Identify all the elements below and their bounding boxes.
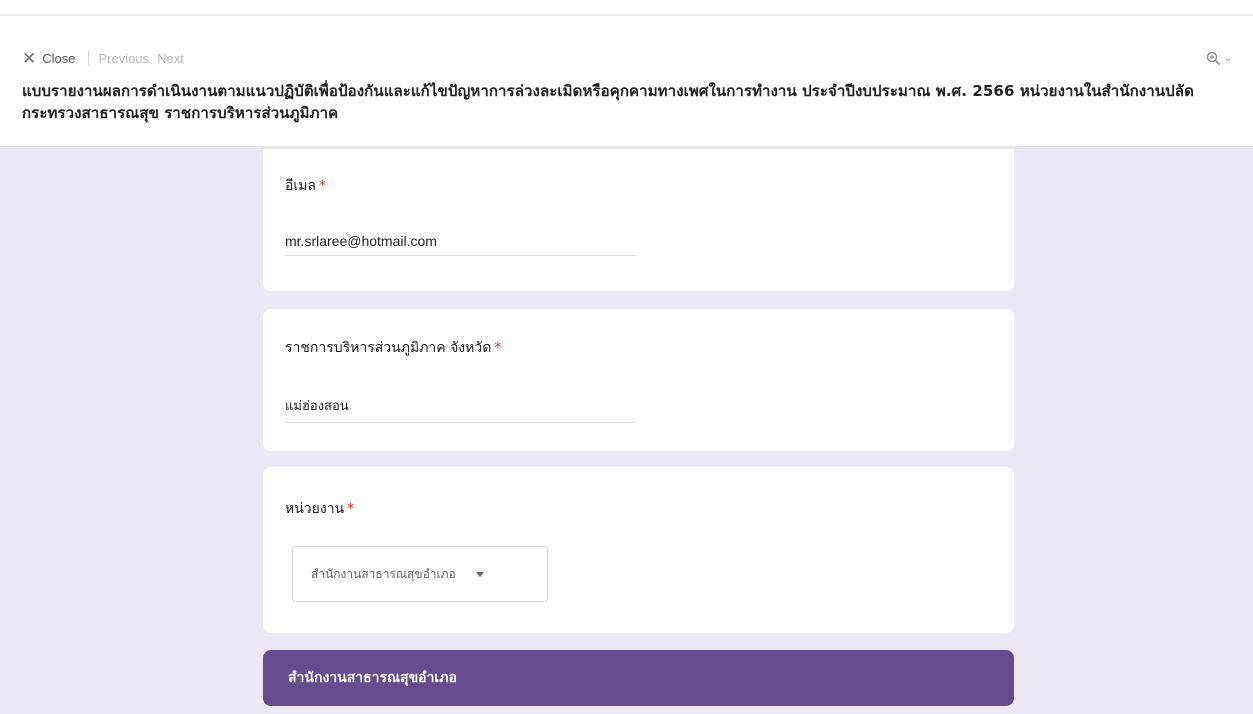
close-button[interactable]: Close: [42, 51, 75, 66]
required-mark: *: [494, 340, 502, 356]
question-card-unit: หน่วยงาน * สำนักงานสาธารณสุขอำเภอ: [263, 467, 1014, 633]
question-card-province: ราชการบริหารส่วนภูมิภาค จังหวัด * แม่ฮ่อง…: [263, 309, 1014, 451]
question-label: อีเมล *: [285, 178, 327, 194]
form-title: แบบรายงานผลการดำเนินงานตามแนวปฏิบัติเพื่…: [22, 82, 1194, 122]
question-label: ราชการบริหารส่วนภูมิภาค จังหวัด *: [285, 340, 502, 356]
email-answer: mr.srlaree@hotmail.com: [285, 233, 637, 256]
unit-dropdown[interactable]: สำนักงานสาธารณสุขอำเภอ: [292, 546, 548, 602]
chevron-down-icon[interactable]: ⌄: [1224, 53, 1232, 64]
question-card-email: อีเมล * mr.srlaree@hotmail.com: [263, 149, 1014, 291]
toolbar-separator: [87, 51, 89, 65]
dropdown-arrow-icon: [475, 571, 484, 577]
zoom-control[interactable]: ⌄: [1206, 51, 1232, 66]
zoom-in-icon[interactable]: [1206, 51, 1221, 66]
section-header: สำนักงานสาธารณสุขอำเภอ: [263, 650, 1014, 706]
required-mark: *: [319, 178, 327, 194]
dropdown-selected-value: สำนักงานสาธารณสุขอำเภอ: [311, 566, 456, 581]
question-label: หน่วยงาน *: [285, 501, 355, 517]
province-answer: แม่ฮ่องสอน: [285, 395, 637, 423]
required-mark: *: [347, 501, 355, 517]
toolbar: ✕ Close Previous Next ⌄: [22, 46, 1232, 70]
previous-button[interactable]: Previous: [99, 51, 150, 66]
close-icon[interactable]: ✕: [22, 50, 36, 67]
next-button[interactable]: Next: [157, 51, 184, 66]
top-divider: [0, 14, 1253, 16]
